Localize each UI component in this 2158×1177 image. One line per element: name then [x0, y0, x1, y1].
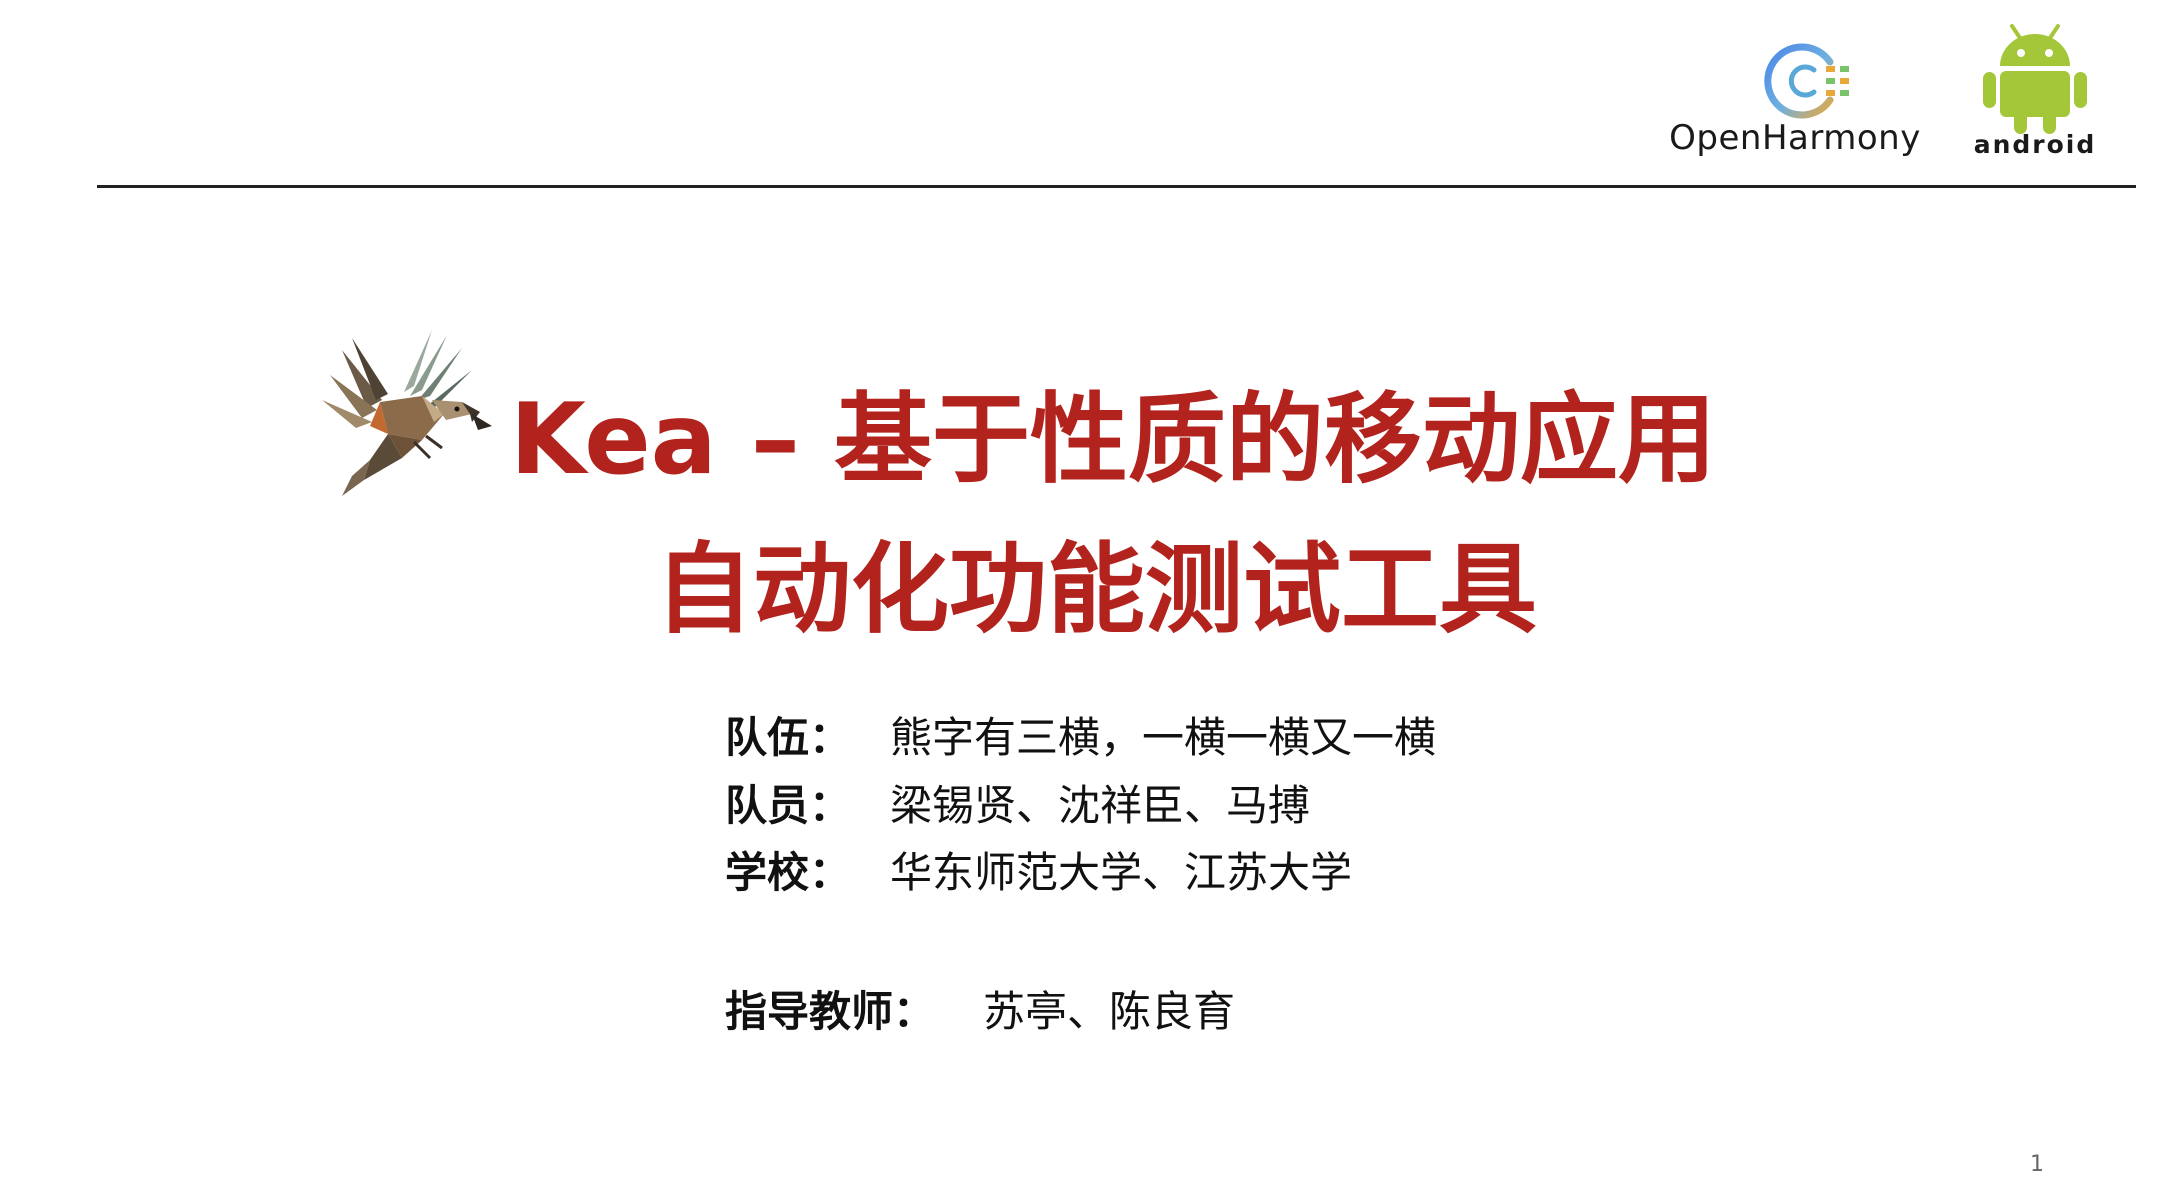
team-value: 熊字有三横，一横一横又一横 [890, 713, 1437, 762]
school-value: 华东师范大学、江苏大学 [890, 848, 1353, 897]
members-value: 梁锡贤、沈祥臣、马搏 [890, 781, 1311, 830]
android-logo: ANDROID [1960, 22, 2110, 172]
header-divider [97, 185, 2136, 188]
openharmony-mark-icon [1764, 43, 1849, 119]
title-line-1: Kea – 基于性质的移动应用 [510, 383, 1717, 497]
advisor-label: 指导教师： [725, 987, 936, 1036]
openharmony-wordmark: OpenHarmony [1669, 118, 1921, 158]
page-number: 1 [2030, 1152, 2044, 1177]
kea-bird-icon [322, 330, 492, 496]
advisor-value: 苏亭、陈良育 [983, 987, 1236, 1036]
team-label: 队伍： [725, 713, 852, 762]
android-robot-icon [1983, 24, 2087, 134]
slide: OpenHarmony ANDROID [0, 0, 2158, 1177]
android-wordmark: ANDROID [1973, 130, 2097, 159]
members-label: 队员： [725, 781, 852, 830]
school-label: 学校： [725, 848, 852, 897]
openharmony-logo: OpenHarmony [1660, 30, 1930, 170]
title-line-2: 自动化功能测试工具 [655, 533, 1538, 647]
